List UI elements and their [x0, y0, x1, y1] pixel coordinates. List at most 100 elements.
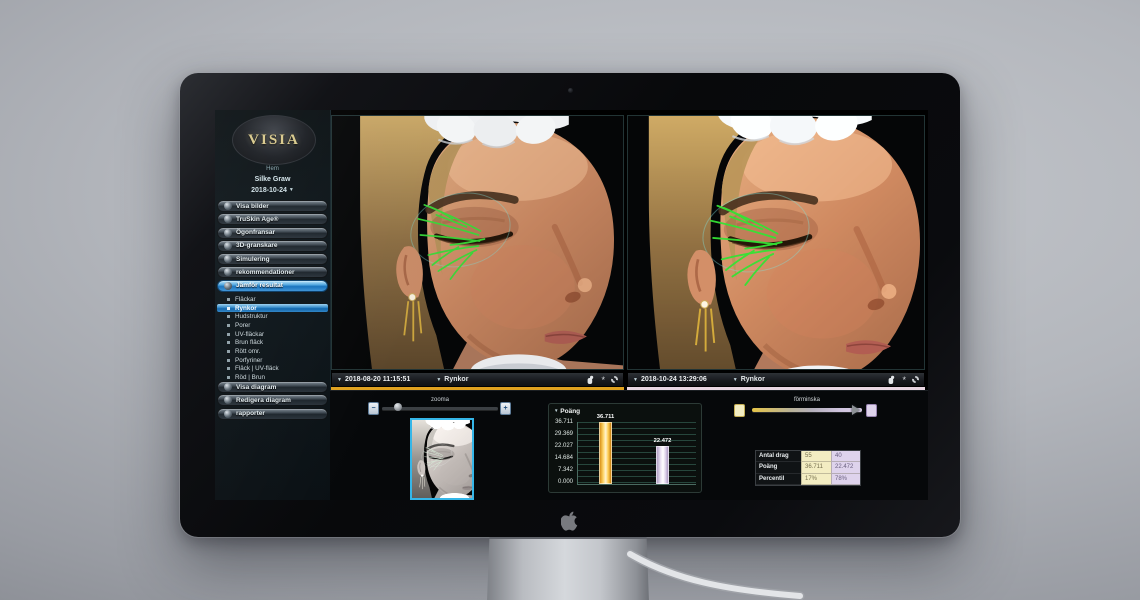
- table-cell: 36.711: [801, 462, 831, 473]
- followup-color-swatch[interactable]: [866, 404, 877, 417]
- bullet-icon: [227, 350, 230, 353]
- submenu-item-flack-uv-flack[interactable]: Fläck | UV-fläck: [217, 365, 328, 374]
- baseline-color-swatch[interactable]: [734, 404, 745, 417]
- bottom-panel: zooma − + ▼ Poäng 36.711: [330, 390, 928, 500]
- chevron-down-icon[interactable]: ▼: [436, 377, 441, 383]
- navigation-thumbnail[interactable]: [410, 418, 474, 500]
- sidebar-item-simulering[interactable]: Simulering: [217, 253, 328, 265]
- diagram-icon: [224, 383, 232, 391]
- apple-display: VISIA Hem Silke Graw 2018-10-24 ▼ Visa b…: [180, 73, 960, 537]
- sidebar-item-rekommendationer[interactable]: rekommendationer: [217, 266, 328, 278]
- shrink-slider-handle[interactable]: [852, 405, 860, 415]
- chevron-down-icon[interactable]: ▼: [633, 377, 638, 383]
- table-cell: 40: [831, 451, 860, 462]
- comparison-table: Antal drag 55 40 Poäng 36.711 22.472 Per…: [755, 450, 861, 486]
- sidebar-item-rapporter[interactable]: rapporter: [217, 408, 328, 420]
- baseline-photo-bar: ▼ 2018-08-20 11:15:51 ▼ Rynkor *: [331, 372, 624, 387]
- bullet-icon: [227, 359, 230, 362]
- submenu-item-porer[interactable]: Porer: [217, 321, 328, 330]
- gear-icon[interactable]: [912, 376, 919, 383]
- compare-submenu: Fläckar Rynkor Hudstruktur Porer UV-fläc…: [217, 295, 328, 382]
- edit-diagram-icon: [224, 396, 232, 404]
- score-chart: ▼ Poäng 36.711 29.369 22.027 14.684 7.34…: [548, 403, 702, 493]
- visia-app-window: VISIA Hem Silke Graw 2018-10-24 ▼ Visa b…: [215, 110, 928, 500]
- sidebar-tools: Visa diagram Redigera diagram rapporter: [217, 381, 328, 421]
- bullet-icon: [227, 324, 230, 327]
- sidebar-item-visa-bilder[interactable]: Visa bilder: [217, 200, 328, 212]
- zoom-slider-handle[interactable]: [394, 403, 402, 411]
- eyelash-icon: [224, 229, 232, 237]
- sidebar-item-redigera-diagram[interactable]: Redigera diagram: [217, 394, 328, 406]
- submenu-item-porfyriner[interactable]: Porfyriner: [217, 356, 328, 365]
- followup-timestamp-dropdown[interactable]: 2018-10-24 13:29:06: [641, 376, 707, 383]
- baseline-feature-dropdown[interactable]: Rynkor: [444, 376, 468, 383]
- hand-tool-icon[interactable]: [586, 375, 595, 385]
- baseline-timestamp-dropdown[interactable]: 2018-08-20 11:15:51: [345, 376, 410, 383]
- chart-y-axis: 36.711 29.369 22.027 14.684 7.342 0.000: [549, 419, 573, 485]
- chevron-down-icon[interactable]: ▼: [733, 377, 738, 383]
- sidebar-item-jamfor-resultat[interactable]: Jämför resultat: [217, 280, 328, 292]
- chart-plot-area: 36.711 22.472: [577, 422, 696, 485]
- bullet-icon: [227, 367, 230, 370]
- asterisk-overlay-icon[interactable]: *: [601, 376, 605, 384]
- followup-photo[interactable]: [627, 115, 925, 370]
- bullet-icon: [227, 341, 230, 344]
- bullet-icon: [227, 376, 230, 379]
- visia-logo: VISIA: [232, 115, 316, 165]
- bullet-icon: [227, 333, 230, 336]
- compare-icon: [224, 282, 232, 290]
- monitor-stand: [487, 537, 649, 600]
- table-row-label: Poäng: [756, 462, 801, 473]
- submenu-item-flackar[interactable]: Fläckar: [217, 295, 328, 304]
- chart-metric-dropdown[interactable]: ▼ Poäng: [554, 408, 580, 415]
- patient-name: Silke Graw: [215, 176, 330, 183]
- hand-tool-icon[interactable]: [887, 375, 896, 385]
- home-label[interactable]: Hem: [215, 166, 330, 172]
- photos-icon: [224, 202, 232, 210]
- apple-logo-icon: [561, 511, 579, 531]
- sidebar-item-3d-granskare[interactable]: 3D-granskare: [217, 240, 328, 252]
- zoom-slider-label: zooma: [382, 397, 498, 403]
- webcam-icon: [568, 88, 573, 93]
- followup-bar-actions: *: [887, 375, 919, 385]
- followup-photo-bar: ▼ 2018-10-24 13:29:06 ▼ Rynkor *: [627, 372, 925, 387]
- viewer-3d-icon: [224, 242, 232, 250]
- table-row-label: Antal drag: [756, 451, 801, 462]
- sidebar-item-ogonfransar[interactable]: Ögonfransar: [217, 227, 328, 239]
- session-date-dropdown[interactable]: 2018-10-24 ▼: [215, 187, 330, 194]
- visia-logo-text: VISIA: [248, 132, 300, 149]
- sidebar: VISIA Hem Silke Graw 2018-10-24 ▼ Visa b…: [215, 110, 331, 500]
- baseline-bar-actions: *: [586, 375, 618, 385]
- truskin-age-icon: [224, 215, 232, 223]
- table-cell: 22.472: [831, 462, 860, 473]
- baseline-score-value: 36.711: [597, 414, 614, 420]
- sidebar-item-truskin-age[interactable]: TruSkin Age®: [217, 213, 328, 225]
- zoom-out-button[interactable]: −: [368, 402, 379, 415]
- studio-background: VISIA Hem Silke Graw 2018-10-24 ▼ Visa b…: [0, 0, 1140, 600]
- bullet-icon: [227, 315, 230, 318]
- table-row-label: Percentil: [756, 474, 801, 485]
- chevron-down-icon: ▼: [554, 408, 558, 413]
- followup-feature-dropdown[interactable]: Rynkor: [741, 376, 765, 383]
- zoom-in-button[interactable]: +: [500, 402, 511, 415]
- submenu-item-hudstruktur[interactable]: Hudstruktur: [217, 312, 328, 321]
- recommendations-icon: [224, 268, 232, 276]
- submenu-item-brun-flack[interactable]: Brun fläck: [217, 338, 328, 347]
- baseline-photo[interactable]: [331, 115, 624, 370]
- table-cell: 78%: [831, 474, 860, 485]
- submenu-item-uv-flackar[interactable]: UV-fläckar: [217, 330, 328, 339]
- submenu-item-rynkor[interactable]: Rynkor: [217, 304, 328, 313]
- comparison-view: ▼ 2018-08-20 11:15:51 ▼ Rynkor * ▼ 2018-…: [330, 110, 928, 500]
- followup-score-value: 22.472: [654, 438, 672, 444]
- baseline-score-bar: 36.711: [599, 422, 612, 484]
- simulation-icon: [224, 255, 232, 263]
- chevron-down-icon[interactable]: ▼: [337, 377, 342, 383]
- submenu-item-rott-omr[interactable]: Rött omr.: [217, 347, 328, 356]
- shrink-slider-label: förminska: [752, 397, 862, 403]
- asterisk-overlay-icon[interactable]: *: [902, 376, 906, 384]
- sidebar-item-visa-diagram[interactable]: Visa diagram: [217, 381, 328, 393]
- main-menu: Visa bilder TruSkin Age® Ögonfransar 3D-…: [217, 200, 328, 293]
- bullet-icon: [227, 298, 230, 301]
- gear-icon[interactable]: [611, 376, 618, 383]
- shrink-slider-track[interactable]: [752, 408, 862, 412]
